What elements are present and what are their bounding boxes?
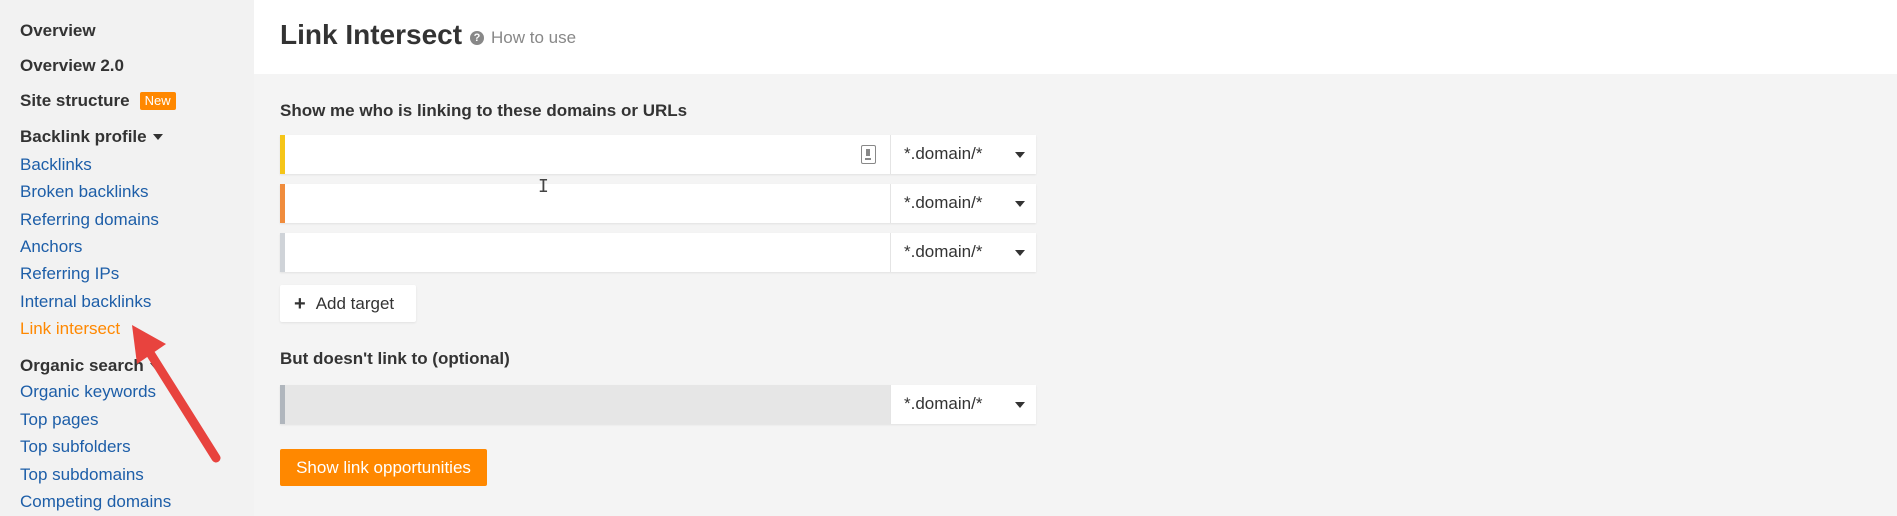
new-badge: New: [139, 92, 176, 110]
exclude-heading: But doesn't link to (optional): [280, 349, 510, 368]
chevron-down-icon: [1015, 250, 1025, 256]
exclude-mode-select[interactable]: *.domain/*: [890, 385, 1036, 424]
target-mode-label: *.domain/*: [904, 193, 983, 212]
targets-heading: Show me who is linking to these domains …: [280, 101, 688, 120]
sidebar-item-broken-backlinks[interactable]: Broken backlinks: [20, 182, 149, 202]
exclude-input[interactable]: [285, 385, 890, 424]
sidebar-item-link-intersect[interactable]: Link intersect: [20, 319, 120, 339]
nav-overview-2-label: Overview 2.0: [20, 56, 124, 75]
sidebar-item-top-pages[interactable]: Top pages: [20, 410, 98, 430]
how-to-use-label: How to use: [491, 28, 577, 47]
sidebar-item-top-subdomains[interactable]: Top subdomains: [20, 465, 144, 485]
target-input-3[interactable]: [285, 233, 890, 272]
exclude-mode-label: *.domain/*: [904, 394, 983, 413]
main-panel: Show me who is linking to these domains …: [254, 74, 1897, 516]
nav-site-structure[interactable]: Site structure New: [20, 91, 176, 111]
target-mode-label: *.domain/*: [904, 242, 983, 261]
text-cursor-icon: I: [538, 176, 549, 197]
nav-overview-2[interactable]: Overview 2.0: [20, 56, 124, 76]
sidebar-item-internal-backlinks[interactable]: Internal backlinks: [20, 292, 151, 312]
show-link-opportunities-button[interactable]: Show link opportunities: [280, 449, 487, 486]
target-mode-select-1[interactable]: *.domain/*: [890, 135, 1036, 174]
chevron-down-icon: [152, 134, 163, 140]
target-mode-select-3[interactable]: *.domain/*: [890, 233, 1036, 272]
target-row-3: *.domain/*: [280, 233, 1036, 272]
question-circle-icon: ?: [470, 31, 484, 45]
chevron-down-icon: [1015, 201, 1025, 207]
import-file-icon[interactable]: [861, 145, 876, 164]
page-title: Link Intersect: [280, 19, 463, 50]
sidebar-item-referring-ips[interactable]: Referring IPs: [20, 264, 119, 284]
nav-backlink-profile-label: Backlink profile: [20, 127, 147, 146]
sidebar-item-backlinks[interactable]: Backlinks: [20, 155, 92, 175]
nav-organic-search[interactable]: Organic search: [20, 356, 160, 376]
chevron-down-icon: [1015, 152, 1025, 158]
sidebar-item-referring-domains[interactable]: Referring domains: [20, 210, 159, 230]
sidebar-item-anchors[interactable]: Anchors: [20, 237, 82, 257]
chevron-down-icon: [1015, 402, 1025, 408]
sidebar-item-top-subfolders[interactable]: Top subfolders: [20, 437, 131, 457]
nav-organic-search-label: Organic search: [20, 356, 144, 375]
nav-overview[interactable]: Overview: [20, 21, 96, 41]
nav-overview-label: Overview: [20, 21, 96, 40]
target-mode-label: *.domain/*: [904, 144, 983, 163]
nav-site-structure-label: Site structure: [20, 91, 130, 110]
target-input-2[interactable]: [285, 184, 890, 223]
sidebar: Overview Overview 2.0 Site structure New…: [0, 0, 254, 516]
target-row-1: *.domain/*: [280, 135, 1036, 174]
sidebar-item-organic-keywords[interactable]: Organic keywords: [20, 382, 156, 402]
exclude-row: *.domain/*: [280, 385, 1036, 424]
plus-icon: +: [294, 292, 306, 315]
chevron-down-icon: [149, 363, 160, 369]
nav-backlink-profile[interactable]: Backlink profile: [20, 127, 163, 147]
page-header: Link Intersect ? How to use: [254, 0, 1897, 74]
add-target-label: Add target: [315, 293, 395, 313]
target-mode-select-2[interactable]: *.domain/*: [890, 184, 1036, 223]
target-input-1[interactable]: [285, 135, 890, 174]
target-row-2: *.domain/*: [280, 184, 1036, 223]
sidebar-item-competing-domains[interactable]: Competing domains: [20, 492, 171, 512]
how-to-use-link[interactable]: ? How to use: [470, 28, 576, 48]
add-target-button[interactable]: + Add target: [280, 285, 416, 322]
